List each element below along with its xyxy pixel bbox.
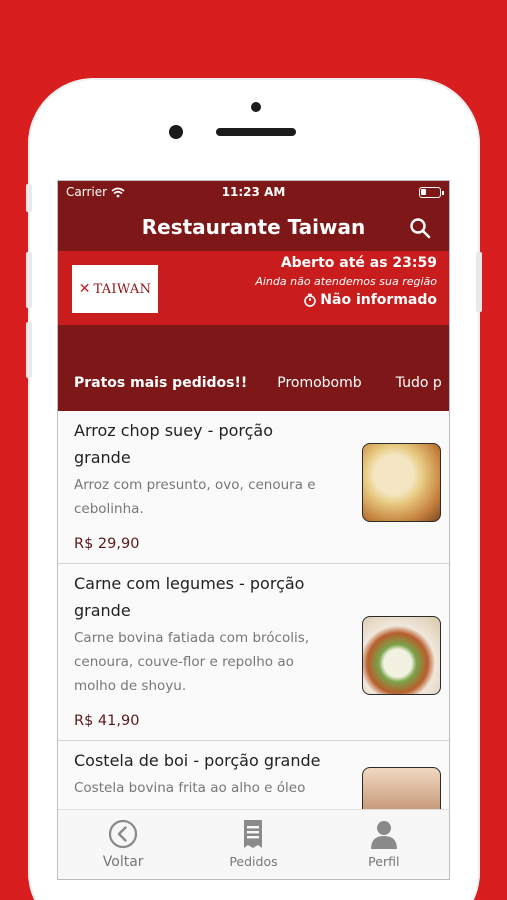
item-photo <box>362 767 441 809</box>
nav-voltar[interactable]: Voltar <box>58 810 188 879</box>
item-photo <box>362 443 441 522</box>
restaurant-info: Aberto até as 23:59 Ainda não atendemos … <box>255 255 437 308</box>
tab-pratos-mais-pedidos[interactable]: Pratos mais pedidos!! <box>74 375 247 391</box>
tab-tudo[interactable]: Tudo p <box>396 375 442 391</box>
item-description: Arroz com presunto, ovo, cenoura e cebol… <box>74 477 316 517</box>
list-item[interactable]: Arroz chop suey - porção grande Arroz co… <box>58 411 449 564</box>
mute-switch <box>26 184 32 212</box>
search-icon[interactable] <box>409 217 431 239</box>
opening-hours: Aberto até as 23:59 <box>280 255 437 271</box>
nav-pedidos[interactable]: Pedidos <box>188 810 318 879</box>
front-camera <box>169 125 183 139</box>
logo-mark-icon: ✕ <box>78 281 91 297</box>
item-description: Costela bovina frita ao alho e óleo <box>74 780 306 796</box>
item-photo <box>362 616 441 695</box>
nav-pedidos-label: Pedidos <box>229 854 278 869</box>
volume-up-button <box>26 252 32 308</box>
carrier-label: Carrier <box>66 185 108 199</box>
list-item[interactable]: Carne com legumes - porção grande Carne … <box>58 564 449 741</box>
item-description: Carne bovina fatiada com brócolis, cenou… <box>74 630 310 694</box>
category-bar: Pratos mais pedidos!! Promobomb Tudo p <box>58 325 449 411</box>
app-screen: Carrier 11:23 AM Restaurante Taiwan ✕ TA… <box>57 180 450 880</box>
item-name: Carne com legumes - porção grande <box>74 574 305 620</box>
list-item[interactable]: Costela de boi - porção grande Costela b… <box>58 741 449 809</box>
tab-promobomb[interactable]: Promobomb <box>277 375 361 391</box>
item-price: R$ 41,90 <box>74 713 140 729</box>
carrier-info: Carrier <box>66 185 125 199</box>
item-name: Arroz chop suey - porção grande <box>74 421 274 467</box>
item-price: R$ 29,90 <box>74 536 140 552</box>
item-name: Costela de boi - porção grande <box>74 751 321 770</box>
user-icon <box>370 821 397 849</box>
restaurant-logo: ✕ TAIWAN <box>72 265 158 313</box>
page-title: Restaurante Taiwan <box>141 215 366 239</box>
timer-icon <box>304 293 317 307</box>
wifi-icon <box>111 187 125 197</box>
category-tabs: Pratos mais pedidos!! Promobomb Tudo p <box>58 355 449 411</box>
volume-down-button <box>26 322 32 378</box>
receipt-icon <box>244 820 263 848</box>
status-bar: Carrier 11:23 AM <box>58 181 449 203</box>
battery-icon <box>419 186 444 198</box>
nav-perfil-label: Perfil <box>368 854 400 869</box>
logo-text: TAIWAN <box>93 281 152 297</box>
nav-voltar-label: Voltar <box>102 854 144 870</box>
power-button <box>476 252 482 312</box>
bottom-navigation: Voltar Pedidos Perfil <box>58 809 449 879</box>
menu-list[interactable]: Arroz chop suey - porção grande Arroz co… <box>58 411 449 809</box>
app-header: Restaurante Taiwan <box>58 203 449 251</box>
earpiece-speaker <box>216 128 296 136</box>
nav-perfil[interactable]: Perfil <box>319 810 449 879</box>
proximity-sensor <box>251 102 261 112</box>
chevron-left-circle-icon <box>109 819 138 849</box>
restaurant-banner: ✕ TAIWAN Aberto até as 23:59 Ainda não a… <box>58 251 449 325</box>
delivery-time: Não informado <box>255 292 437 308</box>
region-notice: Ainda não atendemos sua região <box>255 275 437 288</box>
delivery-time-label: Não informado <box>320 292 437 308</box>
